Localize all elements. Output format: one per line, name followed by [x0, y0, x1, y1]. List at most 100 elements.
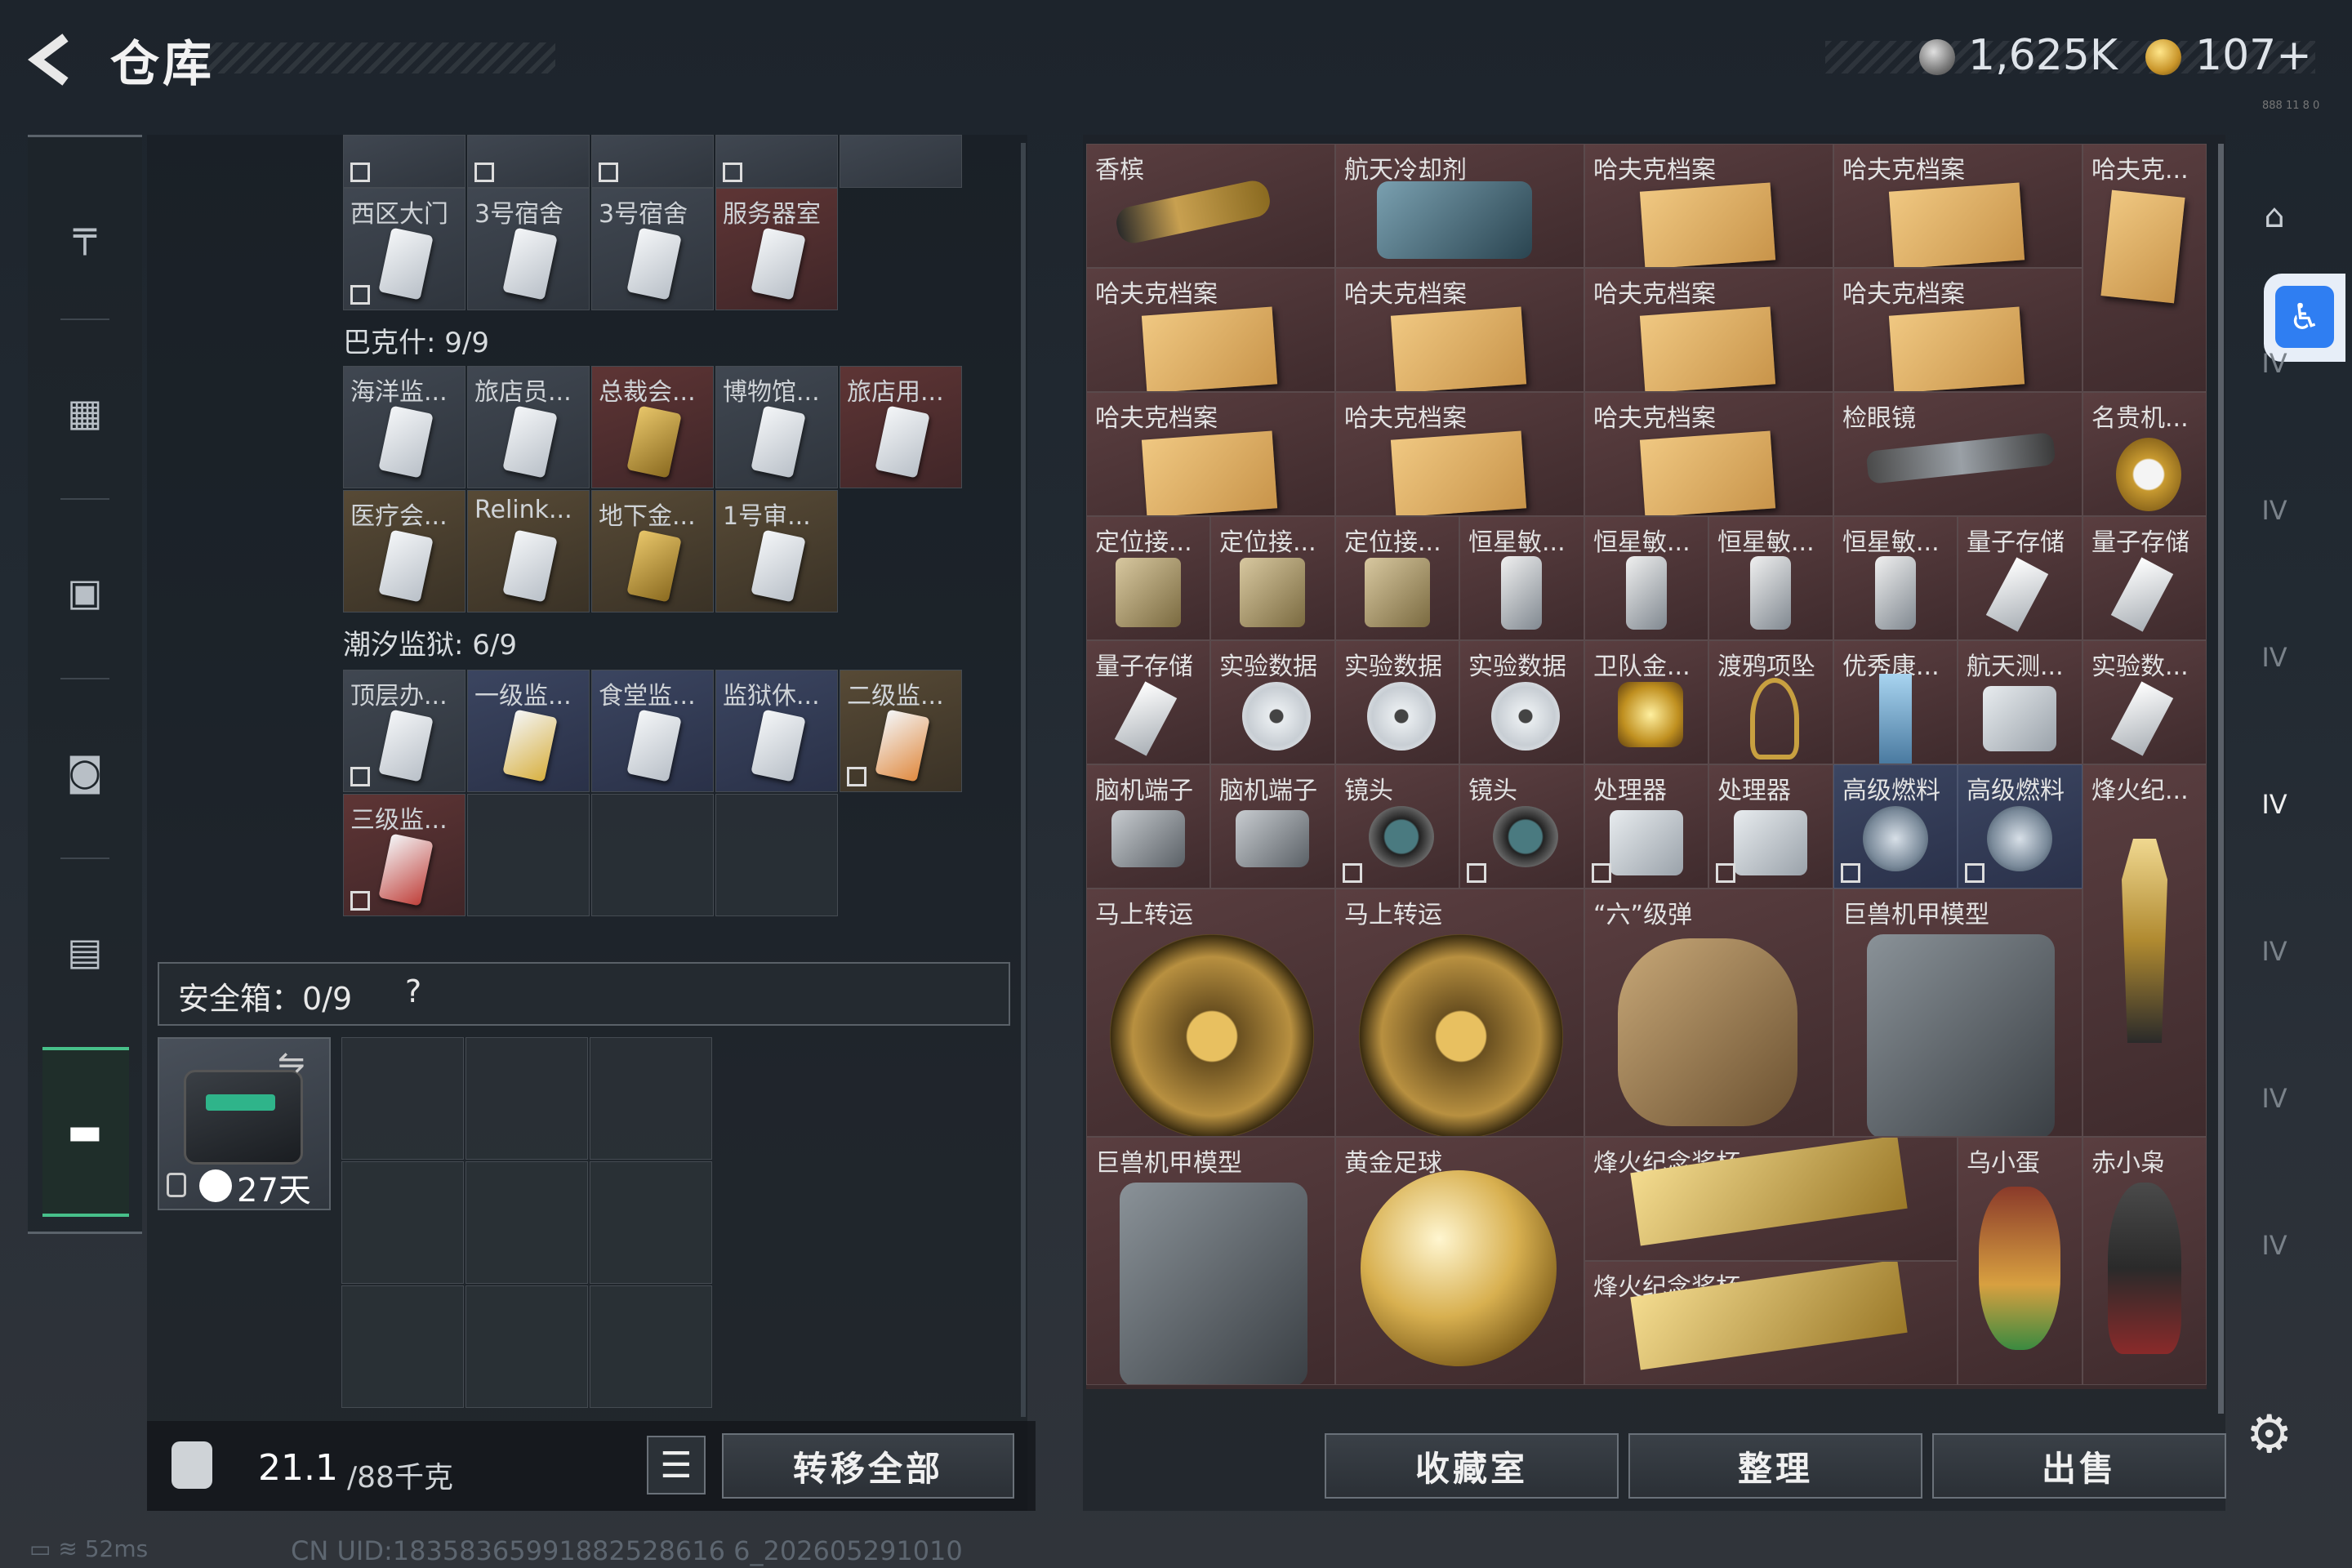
empty-slot[interactable]: [715, 794, 838, 916]
item-brain-terminal[interactable]: 脑机端子: [1086, 764, 1210, 889]
stash-tier-icon-active[interactable]: IV: [2238, 772, 2311, 837]
key-card-slot[interactable]: 总裁会...: [591, 366, 714, 488]
stash-tier-icon[interactable]: IV: [2238, 919, 2311, 984]
key-card-slot[interactable]: 3号宿舍: [591, 188, 714, 310]
item-slot-partial[interactable]: [840, 135, 962, 188]
item-mech-model[interactable]: 巨兽机甲模型: [1086, 1137, 1335, 1385]
empty-slot[interactable]: [591, 794, 714, 916]
item-brain-terminal[interactable]: 脑机端子: [1210, 764, 1335, 889]
item-beacon-trophy-bar[interactable]: 烽火纪念奖杯: [1584, 1137, 1958, 1261]
item-slot-partial[interactable]: [591, 135, 714, 188]
item-lens[interactable]: 镜头: [1459, 764, 1584, 889]
sidebar-toolbox-icon[interactable]: ▬: [28, 1098, 142, 1164]
help-icon[interactable]: ?: [405, 973, 421, 1009]
item-haavk-file[interactable]: 哈夫克档案: [1584, 392, 1833, 516]
key-card-slot[interactable]: 三级监...: [343, 794, 466, 916]
item-ophthalmoscope[interactable]: 检眼镜: [1833, 392, 2082, 516]
item-quantum-storage[interactable]: 量子存储: [1086, 640, 1210, 764]
sidebar-case-icon[interactable]: ▤: [28, 919, 142, 984]
safebox-slot[interactable]: [466, 1285, 588, 1408]
stash-home-icon[interactable]: ⌂: [2238, 184, 2311, 249]
key-card-slot[interactable]: 一级监...: [467, 670, 590, 792]
key-card-slot[interactable]: Relink...: [467, 490, 590, 612]
stash-tier-icon[interactable]: IV: [2238, 478, 2311, 543]
item-coolant[interactable]: 航天冷却剂: [1335, 144, 1584, 268]
item-experiment-data[interactable]: 实验数据: [1210, 640, 1335, 764]
item-processor[interactable]: 处理器: [1708, 764, 1833, 889]
sidebar-vest-icon[interactable]: ▣: [28, 559, 142, 625]
item-processor[interactable]: 处理器: [1584, 764, 1708, 889]
item-quantum-storage[interactable]: 量子存储: [1958, 516, 2082, 640]
item-golden-football[interactable]: 黄金足球: [1335, 1137, 1584, 1385]
item-guard-gold-ring[interactable]: 卫队金...: [1584, 640, 1708, 764]
item-haavk-file[interactable]: 哈夫克档案: [1584, 268, 1833, 392]
key-card-slot[interactable]: 顶层办...: [343, 670, 466, 792]
safebox-slot[interactable]: [590, 1285, 712, 1408]
item-experiment-data[interactable]: 实验数据: [1459, 640, 1584, 764]
item-haavk-file[interactable]: 哈夫克档案: [1833, 144, 2082, 268]
back-arrow-icon[interactable]: [24, 31, 82, 88]
item-locator[interactable]: 定位接...: [1210, 516, 1335, 640]
item-star-sensor[interactable]: 恒星敏...: [1833, 516, 1958, 640]
sort-button[interactable]: 整理: [1628, 1433, 1922, 1499]
item-quantum-storage[interactable]: 量子存储: [2082, 516, 2207, 640]
item-slot-partial[interactable]: [467, 135, 590, 188]
item-haavk-file[interactable]: 哈夫克档案: [1833, 268, 2082, 392]
key-card-slot[interactable]: 二级监...: [840, 670, 962, 792]
swap-icon[interactable]: ⇋: [278, 1044, 305, 1081]
safebox-slot[interactable]: [341, 1161, 464, 1284]
transfer-all-button[interactable]: 转移全部: [722, 1433, 1014, 1499]
safebox-slot[interactable]: [590, 1037, 712, 1160]
safebox-slot[interactable]: [466, 1037, 588, 1160]
item-slot-partial[interactable]: [343, 135, 466, 188]
item-crow-egg[interactable]: 乌小蛋: [1958, 1137, 2082, 1385]
key-card-slot[interactable]: 地下金...: [591, 490, 714, 612]
item-luxury-watch[interactable]: 名贵机...: [2082, 392, 2207, 516]
stash-tier-icon[interactable]: IV: [2238, 625, 2311, 690]
item-experiment-data[interactable]: 实验数...: [2082, 640, 2207, 764]
key-card-slot[interactable]: 海洋监...: [343, 366, 466, 488]
item-haavk-file[interactable]: 哈夫克档案: [1335, 392, 1584, 516]
collection-room-button[interactable]: 收藏室: [1325, 1433, 1619, 1499]
item-beacon-trophy-bar[interactable]: 烽火纪念奖杯: [1584, 1261, 1958, 1385]
storage-scrollbar[interactable]: [1021, 143, 1026, 1417]
safebox-slot[interactable]: [341, 1037, 464, 1160]
sidebar-armor-icon[interactable]: ▦: [28, 380, 142, 445]
stash-tier-icon[interactable]: IV: [2238, 1066, 2311, 1131]
item-slot-partial[interactable]: [715, 135, 838, 188]
key-card-slot[interactable]: 博物馆...: [715, 366, 838, 488]
item-excellent-trophy[interactable]: 优秀康...: [1833, 640, 1958, 764]
safebox-slot[interactable]: [466, 1161, 588, 1284]
key-card-slot[interactable]: 食堂监...: [591, 670, 714, 792]
stash-tier-icon[interactable]: IV: [2238, 1213, 2311, 1278]
item-mech-model[interactable]: 巨兽机甲模型: [1833, 889, 2082, 1137]
gear-icon[interactable]: ⚙: [2246, 1405, 2292, 1465]
key-card-slot[interactable]: 3号宿舍: [467, 188, 590, 310]
sell-button[interactable]: 出售: [1932, 1433, 2226, 1499]
item-haavk-file[interactable]: 哈夫克档案: [1584, 144, 1833, 268]
item-haavk-file[interactable]: 哈夫克档案: [1335, 268, 1584, 392]
item-lens[interactable]: 镜头: [1335, 764, 1459, 889]
key-card-slot[interactable]: 旅店员...: [467, 366, 590, 488]
item-haavk-file[interactable]: 哈夫克档案: [1086, 392, 1335, 516]
item-advanced-fuel[interactable]: 高级燃料: [1833, 764, 1958, 889]
item-fortune-wheel[interactable]: 马上转运: [1335, 889, 1584, 1137]
key-card-slot[interactable]: 旅店用...: [840, 366, 962, 488]
safebox-slot[interactable]: [590, 1161, 712, 1284]
key-card-slot[interactable]: 服务器室: [715, 188, 838, 310]
item-star-sensor[interactable]: 恒星敏...: [1459, 516, 1584, 640]
stash-tier-icon[interactable]: IV: [2238, 331, 2311, 396]
empty-slot[interactable]: [467, 794, 590, 916]
safebox-slot[interactable]: [341, 1285, 464, 1408]
item-advanced-fuel[interactable]: 高级燃料: [1958, 764, 2082, 889]
item-locator[interactable]: 定位接...: [1086, 516, 1210, 640]
sidebar-backpack-icon[interactable]: ◙: [28, 739, 142, 804]
item-haavk-file[interactable]: 哈夫克档案: [1086, 268, 1335, 392]
key-card-slot[interactable]: 监狱休...: [715, 670, 838, 792]
key-card-slot[interactable]: 1号审...: [715, 490, 838, 612]
key-card-slot[interactable]: 西区大门: [343, 188, 466, 310]
list-view-icon[interactable]: ☰: [647, 1436, 706, 1494]
item-six-bomb[interactable]: “六”级弹: [1584, 889, 1833, 1137]
item-locator[interactable]: 定位接...: [1335, 516, 1459, 640]
item-raven-pendant[interactable]: 渡鸦项坠: [1708, 640, 1833, 764]
